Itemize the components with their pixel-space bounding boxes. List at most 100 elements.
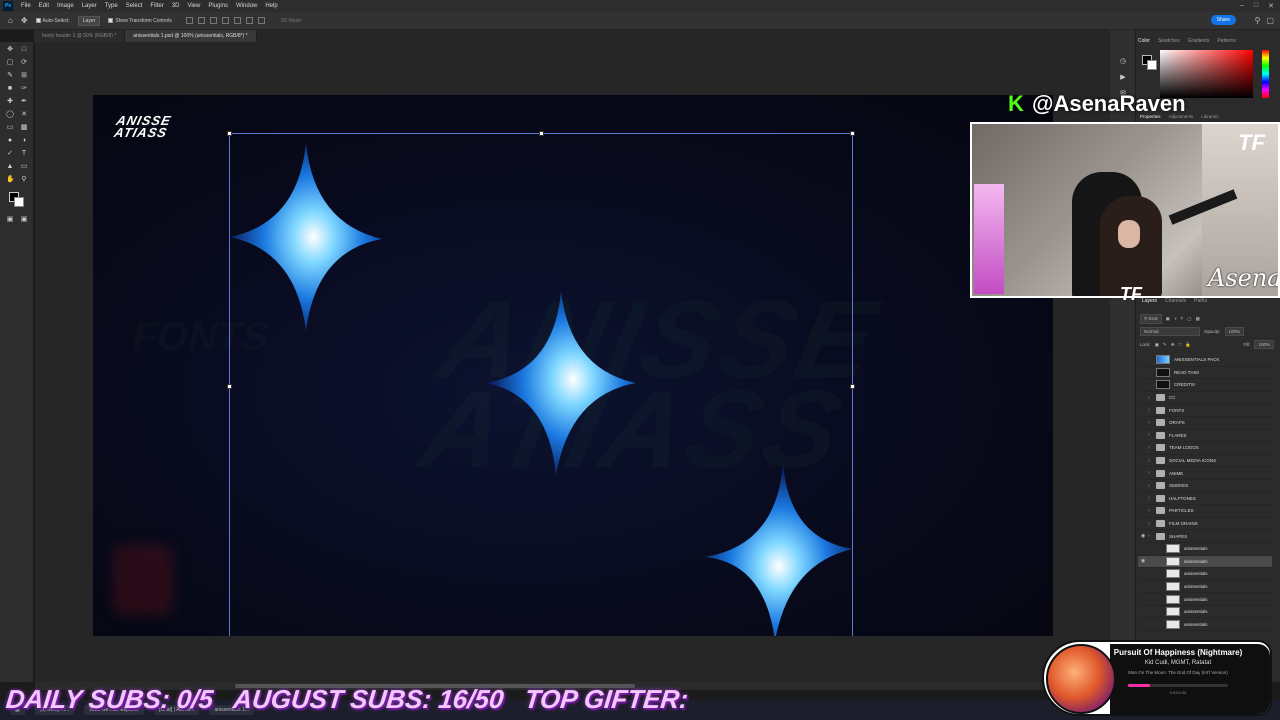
- document-tab[interactable]: booty header 1 @ 50% (RGB/8) *: [34, 30, 126, 42]
- brush-tool-icon[interactable]: ✒: [20, 98, 28, 106]
- layer-row[interactable]: › FLARES: [1138, 430, 1272, 443]
- gradient-tool-icon[interactable]: ▩: [20, 124, 28, 132]
- panel-tab-channels[interactable]: Channels: [1165, 298, 1186, 304]
- layer-row[interactable]: anissentials: [1138, 606, 1272, 619]
- menu-file[interactable]: File: [17, 3, 35, 9]
- filter-pixel-icon[interactable]: ▣: [1166, 316, 1170, 322]
- layer-row[interactable]: › ANIME: [1138, 467, 1272, 480]
- blur-tool-icon[interactable]: ●: [6, 137, 14, 145]
- filter-adjust-icon[interactable]: ◑: [1174, 316, 1177, 321]
- move-tool-icon[interactable]: ✥: [21, 16, 28, 25]
- align-center-icon[interactable]: [197, 17, 205, 24]
- panel-tab-swatches[interactable]: Swatches: [1158, 38, 1180, 44]
- layer-row[interactable]: › SMOKES: [1138, 480, 1272, 493]
- home-icon[interactable]: ⌂: [8, 16, 13, 25]
- actions-icon[interactable]: ▶: [1119, 74, 1127, 82]
- transform-handle-l[interactable]: [227, 384, 232, 389]
- menu-layer[interactable]: Layer: [78, 3, 101, 9]
- healing-tool-icon[interactable]: ✚: [6, 98, 14, 106]
- auto-select-checkbox[interactable]: Auto-Select:: [35, 18, 70, 24]
- frame-tool-icon[interactable]: ■: [6, 85, 14, 93]
- expand-chevron-icon[interactable]: ›: [1148, 445, 1156, 451]
- auto-select-target[interactable]: Layer: [77, 15, 101, 26]
- layer-row[interactable]: ◉ › SHAPES: [1138, 530, 1272, 543]
- expand-chevron-icon[interactable]: ›: [1148, 395, 1156, 401]
- menu-3d[interactable]: 3D: [168, 3, 184, 9]
- eraser-tool-icon[interactable]: ▭: [6, 124, 14, 132]
- expand-chevron-icon[interactable]: ›: [1148, 407, 1156, 413]
- crop-tool-icon[interactable]: ⊞: [20, 72, 28, 80]
- expand-chevron-icon[interactable]: ›: [1148, 458, 1156, 464]
- panel-tab-color[interactable]: Color: [1138, 38, 1150, 44]
- path-select-tool-icon[interactable]: ▲: [6, 163, 14, 171]
- dodge-tool-icon[interactable]: ◑: [20, 137, 28, 145]
- align-top-icon[interactable]: [221, 17, 229, 24]
- lock-artboard-icon[interactable]: □: [1179, 342, 1182, 347]
- lock-move-icon[interactable]: ✥: [1171, 342, 1175, 348]
- minimize-icon[interactable]: –: [1240, 2, 1244, 10]
- artboard-tool-icon[interactable]: □: [20, 46, 28, 54]
- panel-tab-paths[interactable]: Paths: [1194, 298, 1207, 304]
- layer-row[interactable]: › FILM GRAINS: [1138, 518, 1272, 531]
- blend-mode-select[interactable]: Normal: [1140, 327, 1200, 336]
- layer-row[interactable]: › PARTICLES: [1138, 505, 1272, 518]
- visibility-eye-icon[interactable]: ◉: [1138, 533, 1148, 539]
- share-button[interactable]: Share: [1210, 15, 1236, 25]
- fill-input[interactable]: 100%: [1254, 340, 1274, 349]
- zoom-tool-icon[interactable]: ⚲: [20, 176, 28, 184]
- panel-tab-layers[interactable]: Layers: [1142, 298, 1157, 304]
- layer-row[interactable]: CREDITS!: [1138, 379, 1272, 392]
- hue-slider[interactable]: [1262, 50, 1269, 98]
- document-tab[interactable]: anissentials 1.psd @ 100% (anissentials,…: [125, 30, 257, 42]
- expand-chevron-icon[interactable]: ›: [1148, 420, 1156, 426]
- filter-type-icon[interactable]: T: [1181, 316, 1184, 321]
- menu-type[interactable]: Type: [101, 3, 122, 9]
- align-middle-icon[interactable]: [233, 17, 241, 24]
- history-icon[interactable]: ◷: [1119, 58, 1127, 66]
- panel-tab-patterns[interactable]: Patterns: [1217, 38, 1236, 44]
- layer-row[interactable]: › SOCIAL MEDIA ICONS: [1138, 455, 1272, 468]
- panel-tab-gradients[interactable]: Gradients: [1188, 38, 1210, 44]
- background-color-swatch[interactable]: [14, 197, 24, 207]
- filter-smart-icon[interactable]: ▩: [1196, 316, 1200, 322]
- layer-row[interactable]: › ORAPS: [1138, 417, 1272, 430]
- lasso-tool-icon[interactable]: ⟳: [20, 59, 28, 67]
- align-bottom-icon[interactable]: [245, 17, 253, 24]
- layer-row[interactable]: anissentials: [1138, 581, 1272, 594]
- opacity-input[interactable]: 100%: [1224, 327, 1245, 336]
- expand-chevron-icon[interactable]: ›: [1148, 495, 1156, 501]
- pen-tool-icon[interactable]: ✓: [6, 150, 14, 158]
- menu-image[interactable]: Image: [53, 3, 78, 9]
- layer-row[interactable]: anissentials: [1138, 618, 1272, 632]
- layer-row[interactable]: anissentials: [1138, 568, 1272, 581]
- expand-chevron-icon[interactable]: ›: [1148, 483, 1156, 489]
- layer-row[interactable]: › HALFTONES: [1138, 493, 1272, 506]
- menu-select[interactable]: Select: [122, 3, 147, 9]
- show-transform-checkbox[interactable]: Show Transform Controls: [108, 18, 172, 24]
- expand-chevron-icon[interactable]: ›: [1148, 470, 1156, 476]
- layer-row[interactable]: READ THIS!: [1138, 367, 1272, 380]
- history-brush-icon[interactable]: ✕: [20, 111, 28, 119]
- layer-row[interactable]: › FONTS: [1138, 404, 1272, 417]
- search-icon[interactable]: ⚲: [1255, 16, 1261, 25]
- hand-tool-icon[interactable]: ✋: [6, 176, 15, 184]
- lock-pixels-icon[interactable]: ▣: [1155, 342, 1159, 348]
- shape-tool-icon[interactable]: ▭: [20, 163, 28, 171]
- eyedropper-tool-icon[interactable]: ✑: [20, 85, 28, 93]
- layer-row[interactable]: ANISSENTIALS PACK: [1138, 354, 1272, 367]
- transform-handle-tr[interactable]: [850, 131, 855, 136]
- quick-mask-icon[interactable]: ▣: [6, 216, 14, 224]
- align-left-icon[interactable]: [185, 17, 193, 24]
- menu-edit[interactable]: Edit: [35, 3, 53, 9]
- expand-chevron-icon[interactable]: ›: [1148, 533, 1156, 539]
- photoshop-logo-icon[interactable]: Ps: [3, 1, 13, 11]
- lock-all-icon[interactable]: 🔒: [1185, 342, 1191, 348]
- layer-row[interactable]: › TEAM LOGOS: [1138, 442, 1272, 455]
- menu-help[interactable]: Help: [261, 3, 281, 9]
- visibility-eye-icon[interactable]: ◉: [1138, 558, 1148, 564]
- transform-handle-tl[interactable]: [227, 131, 232, 136]
- lock-paint-icon[interactable]: ✎: [1163, 342, 1167, 348]
- panel-tab-libraries[interactable]: Libraries: [1201, 114, 1218, 119]
- expand-chevron-icon[interactable]: ›: [1148, 508, 1156, 514]
- menu-filter[interactable]: Filter: [146, 3, 167, 9]
